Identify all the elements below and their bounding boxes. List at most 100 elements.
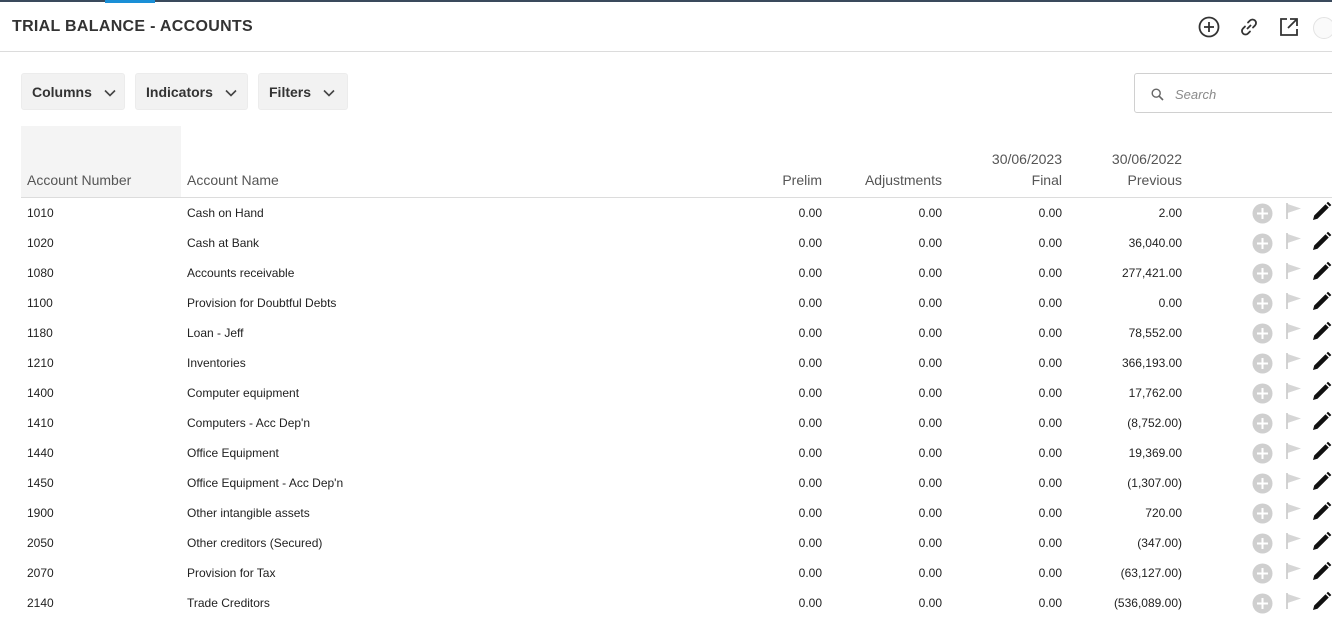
- cell-account-name: Office Equipment - Acc Dep'n: [187, 476, 344, 490]
- pencil-icon[interactable]: [1310, 291, 1332, 313]
- flag-icon[interactable]: [1285, 592, 1303, 610]
- cell-final: 0.00: [1038, 476, 1062, 490]
- cell-account-name: Cash at Bank: [187, 236, 260, 250]
- table-row[interactable]: 1010 Cash on Hand 0.00 0.00 0.00 2.00: [0, 198, 1332, 228]
- pencil-icon[interactable]: [1310, 201, 1332, 223]
- flag-icon[interactable]: [1285, 322, 1303, 340]
- table-row[interactable]: 1410 Computers - Acc Dep'n 0.00 0.00 0.00 (8,…: [0, 408, 1332, 438]
- cell-account-name: Other creditors (Secured): [187, 536, 323, 550]
- flag-icon[interactable]: [1285, 382, 1303, 400]
- header-previous[interactable]: Previous: [1128, 170, 1182, 191]
- table-row[interactable]: 2050 Other creditors (Secured) 0.00 0.00 0.0…: [0, 528, 1332, 558]
- add-circle-icon[interactable]: [1252, 353, 1273, 374]
- cell-prelim: 0.00: [798, 476, 822, 490]
- cell-adjustments: 0.00: [918, 266, 942, 280]
- add-circle-icon[interactable]: [1252, 293, 1273, 314]
- pencil-icon[interactable]: [1310, 561, 1332, 583]
- add-circle-icon[interactable]: [1252, 503, 1273, 524]
- table-row[interactable]: 1900 Other intangible assets 0.00 0.00 0.00 7…: [0, 498, 1332, 528]
- table-row[interactable]: 1210 Inventories 0.00 0.00 0.00 366,193.00: [0, 348, 1332, 378]
- pencil-icon[interactable]: [1310, 261, 1332, 283]
- pencil-icon[interactable]: [1310, 471, 1332, 493]
- add-circle-icon[interactable]: [1252, 563, 1273, 584]
- cell-account-name: Provision for Tax: [187, 566, 276, 580]
- add-circle-icon[interactable]: [1252, 383, 1273, 404]
- flag-icon[interactable]: [1285, 352, 1303, 370]
- cell-final: 0.00: [1038, 326, 1062, 340]
- pencil-icon[interactable]: [1310, 381, 1332, 403]
- indicators-label: Indicators: [146, 83, 213, 100]
- cell-previous: 720.00: [1145, 506, 1182, 520]
- plus-circle-icon[interactable]: [1198, 16, 1220, 38]
- flag-icon[interactable]: [1285, 262, 1303, 280]
- flag-icon[interactable]: [1285, 292, 1303, 310]
- link-icon[interactable]: [1238, 16, 1260, 38]
- flag-icon[interactable]: [1285, 472, 1303, 490]
- table-row[interactable]: 1100 Provision for Doubtful Debts 0.00 0.00…: [0, 288, 1332, 318]
- cell-prelim: 0.00: [798, 536, 822, 550]
- filters-dropdown[interactable]: Filters: [258, 73, 348, 110]
- cell-adjustments: 0.00: [918, 416, 942, 430]
- cell-final: 0.00: [1038, 416, 1062, 430]
- cell-prelim: 0.00: [798, 566, 822, 580]
- pencil-icon[interactable]: [1310, 591, 1332, 613]
- flag-icon[interactable]: [1285, 442, 1303, 460]
- flag-icon[interactable]: [1285, 532, 1303, 550]
- pencil-icon[interactable]: [1310, 501, 1332, 523]
- header-account-name[interactable]: Account Name: [187, 170, 279, 191]
- table-row[interactable]: 1440 Office Equipment 0.00 0.00 0.00 19,369.0…: [0, 438, 1332, 468]
- add-circle-icon[interactable]: [1252, 443, 1273, 464]
- flag-icon[interactable]: [1285, 502, 1303, 520]
- cell-adjustments: 0.00: [918, 476, 942, 490]
- cell-adjustments: 0.00: [918, 296, 942, 310]
- pencil-icon[interactable]: [1310, 441, 1332, 463]
- flag-icon[interactable]: [1285, 562, 1303, 580]
- table-row[interactable]: 1080 Accounts receivable 0.00 0.00 0.00 277,4…: [0, 258, 1332, 288]
- table-row[interactable]: 2140 Trade Creditors 0.00 0.00 0.00 (536,089.…: [0, 588, 1332, 618]
- add-circle-icon[interactable]: [1252, 263, 1273, 284]
- add-circle-icon[interactable]: [1252, 593, 1273, 614]
- table-row[interactable]: 1400 Computer equipment 0.00 0.00 0.00 17,762…: [0, 378, 1332, 408]
- add-circle-icon[interactable]: [1252, 413, 1273, 434]
- flag-icon[interactable]: [1285, 202, 1303, 220]
- pencil-icon[interactable]: [1310, 351, 1332, 373]
- cell-account-number: 2070: [27, 566, 54, 580]
- pencil-icon[interactable]: [1310, 321, 1332, 343]
- pencil-icon[interactable]: [1310, 531, 1332, 553]
- cell-prelim: 0.00: [798, 416, 822, 430]
- header-previous-date: 30/06/2022: [1111, 151, 1182, 167]
- chevron-down-icon: [104, 84, 116, 100]
- table-row[interactable]: 2070 Provision for Tax 0.00 0.00 0.00 (63,127…: [0, 558, 1332, 588]
- add-circle-icon[interactable]: [1252, 473, 1273, 494]
- toggle-switch[interactable]: [1313, 17, 1332, 39]
- cell-previous: 19,369.00: [1128, 446, 1182, 460]
- flag-icon[interactable]: [1285, 412, 1303, 430]
- cell-prelim: 0.00: [798, 296, 822, 310]
- cell-final: 0.00: [1038, 566, 1062, 580]
- page-title: TRIAL BALANCE - ACCOUNTS: [12, 18, 253, 35]
- pencil-icon[interactable]: [1310, 231, 1332, 253]
- add-circle-icon[interactable]: [1252, 203, 1273, 224]
- search-input[interactable]: [1175, 84, 1325, 104]
- cell-account-number: 1020: [27, 236, 54, 250]
- add-circle-icon[interactable]: [1252, 323, 1273, 344]
- header-prelim[interactable]: Prelim: [782, 170, 822, 191]
- cell-account-number: 1100: [27, 296, 53, 310]
- pencil-icon[interactable]: [1310, 411, 1332, 433]
- header-adjustments[interactable]: Adjustments: [865, 170, 942, 191]
- table-row[interactable]: 1020 Cash at Bank 0.00 0.00 0.00 36,040.00: [0, 228, 1332, 258]
- cell-final: 0.00: [1038, 386, 1062, 400]
- cell-previous: 78,552.00: [1128, 326, 1182, 340]
- indicators-dropdown[interactable]: Indicators: [135, 73, 248, 110]
- header-account-number[interactable]: Account Number: [27, 170, 131, 191]
- columns-dropdown[interactable]: Columns: [21, 73, 125, 110]
- cell-account-number: 2140: [27, 596, 54, 610]
- add-circle-icon[interactable]: [1252, 233, 1273, 254]
- external-link-icon[interactable]: [1278, 16, 1300, 38]
- table-row[interactable]: 1180 Loan - Jeff 0.00 0.00 0.00 78,552.00: [0, 318, 1332, 348]
- header-final[interactable]: Final: [1032, 170, 1062, 191]
- table-row[interactable]: 1450 Office Equipment - Acc Dep'n 0.00 0.00…: [0, 468, 1332, 498]
- cell-account-number: 1010: [27, 206, 54, 220]
- add-circle-icon[interactable]: [1252, 533, 1273, 554]
- flag-icon[interactable]: [1285, 232, 1303, 250]
